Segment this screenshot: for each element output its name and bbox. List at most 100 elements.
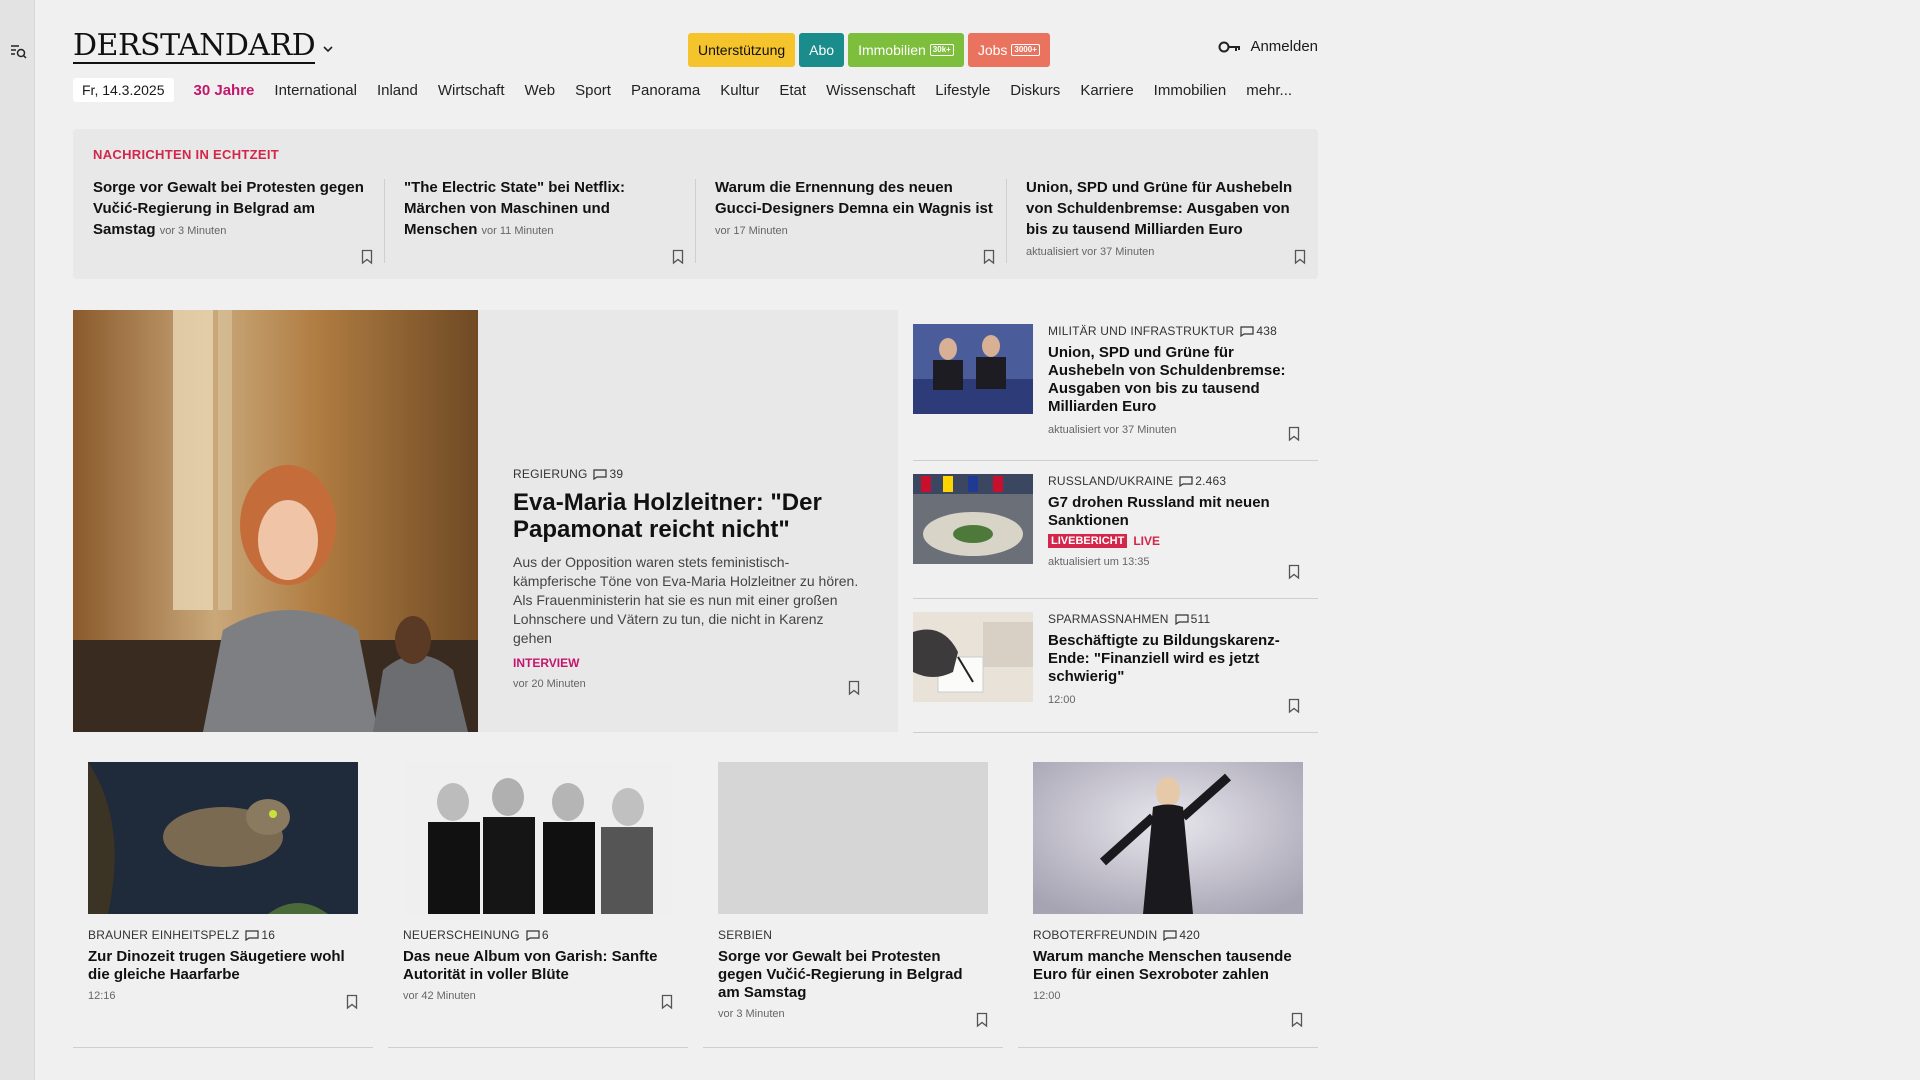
comment-icon	[1163, 929, 1177, 941]
side-kicker: SPARMASSNAHMEN	[1048, 612, 1169, 626]
lead-headline[interactable]: Eva-Maria Holzleitner: "Der Papamonat re…	[513, 489, 863, 543]
story-card[interactable]: BRAUNER EINHEITSPELZ 16 Zur Dinozeit tru…	[73, 762, 373, 1048]
login-button[interactable]: Anmelden	[1218, 38, 1318, 55]
bookmark-icon[interactable]	[1291, 1012, 1303, 1028]
card-kicker: BRAUNER EINHEITSPELZ	[88, 928, 240, 942]
nav-item-30-jahre[interactable]: 30 Jahre	[194, 82, 255, 99]
nav-item-wirtschaft[interactable]: Wirtschaft	[438, 82, 505, 99]
card-kicker: ROBOTERFREUNDIN	[1033, 928, 1158, 942]
ticker-item[interactable]: Sorge vor Gewalt bei Protesten gegen Vuč…	[93, 177, 373, 265]
lead-comment-count: 39	[609, 467, 624, 481]
side-story[interactable]: RUSSLAND/UKRAINE 2.463 G7 drohen Russlan…	[913, 460, 1318, 599]
nav-item-kultur[interactable]: Kultur	[720, 82, 759, 99]
story-card[interactable]: ROBOTERFREUNDIN 420 Warum manche Mensche…	[1018, 762, 1318, 1048]
band-photo	[403, 762, 673, 914]
nav-item-diskurs[interactable]: Diskurs	[1010, 82, 1060, 99]
chevron-down-icon[interactable]	[321, 42, 335, 56]
card-kicker: NEUERSCHEINUNG	[403, 928, 520, 942]
summit-table-photo	[913, 474, 1033, 564]
ticker-item-time: vor 11 Minuten	[481, 225, 554, 237]
ticker-item[interactable]: "The Electric State" bei Netflix: Märche…	[404, 177, 684, 265]
bookmark-icon[interactable]	[361, 249, 373, 265]
bookmark-icon[interactable]	[1288, 564, 1300, 580]
ticker-item-title: Warum die Ernennung des neuen Gucci-Desi…	[715, 179, 993, 217]
immobilien-button[interactable]: Immobilien 30k+	[848, 33, 964, 67]
bookmark-icon[interactable]	[346, 994, 358, 1010]
bookmark-icon[interactable]	[672, 249, 684, 265]
card-timestamp: vor 3 Minuten	[718, 1008, 785, 1020]
side-timestamp: 12:00	[1048, 694, 1076, 706]
card-headline[interactable]: Das neue Album von Garish: Sanfte Autori…	[403, 948, 673, 984]
portrait-photo	[73, 310, 478, 732]
support-button[interactable]: Unterstützung	[688, 33, 796, 67]
nav-item-mehr[interactable]: mehr...	[1246, 82, 1292, 99]
comment-icon	[245, 929, 259, 941]
key-icon	[1218, 41, 1241, 52]
comment-count[interactable]: 511	[1175, 612, 1211, 626]
side-headline[interactable]: Beschäftigte zu Bildungskarenz-Ende: "Fi…	[1048, 632, 1308, 686]
login-label: Anmelden	[1250, 38, 1318, 55]
jobs-button[interactable]: Jobs 3000+	[967, 33, 1050, 67]
card-headline[interactable]: Warum manche Menschen tausende Euro für …	[1033, 948, 1303, 984]
story-card-image-placeholder[interactable]	[718, 762, 988, 914]
site-logo[interactable]: DERSTANDARD	[73, 30, 316, 64]
side-kicker: RUSSLAND/UKRAINE	[1048, 474, 1174, 488]
divider	[1006, 179, 1007, 263]
bookmark-icon[interactable]	[848, 680, 860, 696]
side-story[interactable]: MILITÄR UND INFRASTRUKTUR 438 Union, SPD…	[913, 310, 1318, 461]
nav-item-international[interactable]: International	[274, 82, 357, 99]
jobs-label: Jobs	[977, 42, 1008, 58]
divider	[384, 179, 385, 263]
comment-count[interactable]: 6	[526, 928, 549, 942]
bookmark-icon[interactable]	[661, 994, 673, 1010]
card-comment-count: 420	[1179, 928, 1200, 942]
card-timestamp: vor 42 Minuten	[403, 990, 476, 1002]
robot-woman-photo	[1033, 762, 1303, 914]
comment-icon	[1179, 475, 1193, 487]
side-kicker: MILITÄR UND INFRASTRUKTUR	[1048, 324, 1235, 338]
ticker-item[interactable]: Warum die Ernennung des neuen Gucci-Desi…	[715, 177, 995, 265]
bookmark-icon[interactable]	[1294, 249, 1306, 265]
menu-search-icon[interactable]	[9, 42, 27, 60]
nav-item-lifestyle[interactable]: Lifestyle	[935, 82, 990, 99]
nav-item-panorama[interactable]: Panorama	[631, 82, 700, 99]
nav-item-immobilien[interactable]: Immobilien	[1154, 82, 1227, 99]
nav-item-web[interactable]: Web	[525, 82, 556, 99]
nav-item-sport[interactable]: Sport	[575, 82, 611, 99]
nav-item-karriere[interactable]: Karriere	[1080, 82, 1133, 99]
side-story-image[interactable]	[913, 474, 1033, 564]
side-headline[interactable]: G7 drohen Russland mit neuen Sanktionen	[1048, 494, 1308, 530]
divider	[695, 179, 696, 263]
comment-count[interactable]: 2.463	[1179, 474, 1226, 488]
nav-item-etat[interactable]: Etat	[779, 82, 806, 99]
story-card-image[interactable]	[1033, 762, 1303, 914]
card-headline[interactable]: Sorge vor Gewalt bei Protesten gegen Vuč…	[718, 948, 988, 1002]
ticker-item[interactable]: Union, SPD und Grüne für Aushebeln von S…	[1026, 177, 1306, 265]
card-headline[interactable]: Zur Dinozeit trugen Säugetiere wohl die …	[88, 948, 358, 984]
bookmark-icon[interactable]	[1288, 426, 1300, 442]
side-story-image[interactable]	[913, 324, 1033, 414]
side-headline[interactable]: Union, SPD und Grüne für Aushebeln von S…	[1048, 344, 1308, 416]
story-card[interactable]: SERBIEN Sorge vor Gewalt bei Protesten g…	[703, 762, 1003, 1048]
nav-item-wissenschaft[interactable]: Wissenschaft	[826, 82, 915, 99]
bookmark-icon[interactable]	[1288, 698, 1300, 714]
lead-story-image[interactable]	[73, 310, 478, 732]
comment-count[interactable]: 438	[1240, 324, 1277, 338]
bookmark-icon[interactable]	[983, 249, 995, 265]
desk-writing-photo	[913, 612, 1033, 702]
comment-count[interactable]: 16	[245, 928, 275, 942]
story-card[interactable]: NEUERSCHEINUNG 6 Das neue Album von Gari…	[388, 762, 688, 1048]
comment-count[interactable]: 420	[1163, 928, 1200, 942]
bookmark-icon[interactable]	[976, 1012, 988, 1028]
ticker-item-time: vor 3 Minuten	[159, 225, 227, 237]
abo-button[interactable]: Abo	[799, 33, 845, 67]
lead-story[interactable]: REGIERUNG 39 Eva-Maria Holzleitner: "Der…	[73, 310, 898, 732]
story-card-image[interactable]	[88, 762, 358, 914]
nav-item-inland[interactable]: Inland	[377, 82, 418, 99]
side-story-image[interactable]	[913, 612, 1033, 702]
story-card-image[interactable]	[403, 762, 673, 914]
side-story[interactable]: SPARMASSNAHMEN 511 Beschäftigte zu Bildu…	[913, 598, 1318, 733]
comment-count[interactable]: 39	[593, 467, 623, 481]
site-header: DERSTANDARD Unterstützung Abo Immobilien…	[73, 30, 1318, 68]
card-kicker: SERBIEN	[718, 928, 773, 942]
